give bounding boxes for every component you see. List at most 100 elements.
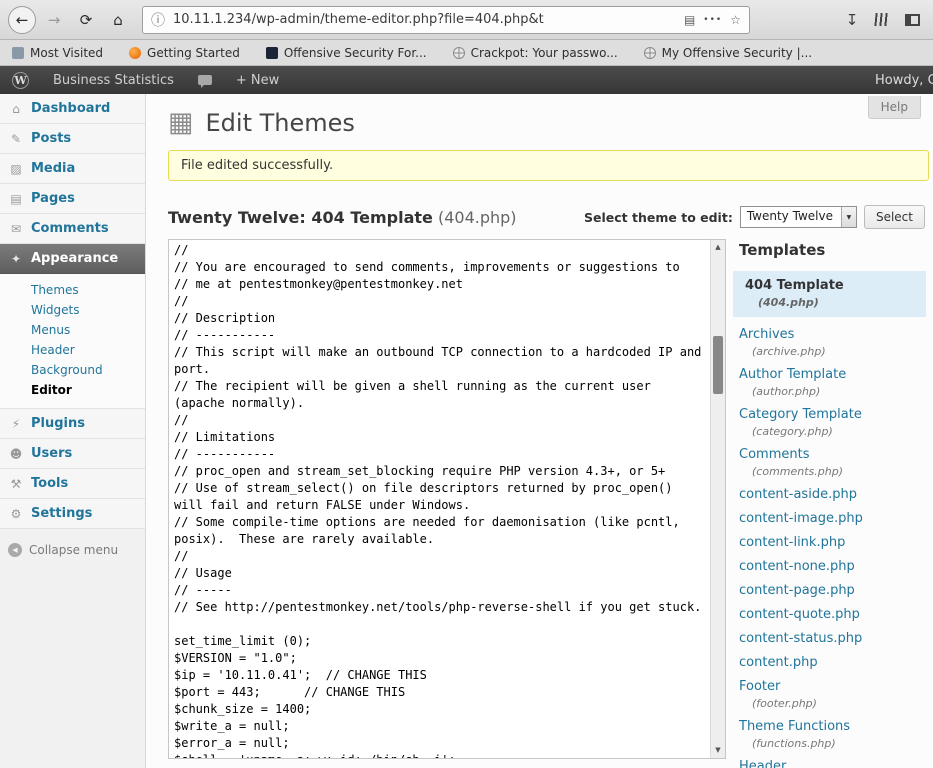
- template-item-content-quote[interactable]: content-quote.php: [739, 607, 926, 622]
- select-theme-button[interactable]: Select: [864, 205, 925, 229]
- code-textarea[interactable]: // // You are encouraged to send comment…: [168, 239, 710, 759]
- url-bar[interactable]: ⓘ 10.11.1.234/wp-admin/theme-editor.php?…: [142, 6, 750, 34]
- comments-shortcut[interactable]: [186, 66, 224, 94]
- template-item-category[interactable]: Category Template (category.php): [739, 407, 926, 438]
- scroll-down-icon[interactable]: ▼: [711, 744, 725, 757]
- downloads-button[interactable]: ↧: [839, 7, 865, 33]
- menu-tools[interactable]: ⚒ Tools: [0, 469, 145, 499]
- template-item-content-status[interactable]: content-status.php: [739, 631, 926, 646]
- template-link[interactable]: Category Template: [739, 407, 926, 422]
- bookmark-crackpot[interactable]: Crackpot: Your passwo...: [453, 46, 618, 60]
- menu-dashboard[interactable]: ⌂ Dashboard: [0, 94, 145, 124]
- settings-icon: ⚙: [8, 507, 24, 521]
- template-item-functions[interactable]: Theme Functions(functions.php): [739, 719, 926, 750]
- template-item-archives[interactable]: Archives(archive.php): [739, 327, 926, 358]
- template-filename: (category.php): [739, 425, 926, 438]
- template-link[interactable]: content-quote.php: [739, 607, 926, 622]
- bookmark-most-visited[interactable]: Most Visited: [12, 46, 103, 60]
- forward-button[interactable]: →: [40, 6, 68, 34]
- template-link[interactable]: Header: [739, 759, 926, 768]
- scroll-up-icon[interactable]: ▲: [711, 241, 725, 254]
- editor-scrollbar[interactable]: ▲ ▼: [710, 239, 726, 759]
- file-heading-text: Twenty Twelve: 404 Template: [168, 208, 433, 227]
- template-link[interactable]: Author Template: [739, 367, 926, 382]
- template-item-content-aside[interactable]: content-aside.php: [739, 487, 926, 502]
- bookmark-my-offensive-security[interactable]: My Offensive Security |...: [644, 46, 812, 60]
- template-link[interactable]: Comments: [739, 447, 926, 462]
- submenu-widgets[interactable]: Widgets: [0, 300, 145, 320]
- site-name-menu[interactable]: Business Statistics: [41, 66, 186, 94]
- template-link[interactable]: Footer: [739, 679, 926, 694]
- menu-posts[interactable]: ✎ Posts: [0, 124, 145, 154]
- help-button[interactable]: Help: [868, 96, 921, 119]
- template-link[interactable]: content-aside.php: [739, 487, 926, 502]
- posts-icon: ✎: [8, 132, 24, 146]
- pages-icon: ▤: [8, 192, 24, 206]
- scrollbar-thumb[interactable]: [713, 336, 723, 394]
- menu-comments[interactable]: ✉ Comments: [0, 214, 145, 244]
- template-link[interactable]: Theme Functions: [739, 719, 926, 734]
- reload-button[interactable]: ⟳: [72, 6, 100, 34]
- appearance-icon: ✦: [8, 252, 24, 266]
- page-actions-icon[interactable]: •••: [703, 15, 722, 25]
- menu-settings[interactable]: ⚙ Settings: [0, 499, 145, 529]
- bookmark-label: Offensive Security For...: [284, 46, 427, 60]
- globe-icon: [644, 47, 656, 59]
- template-link[interactable]: content-none.php: [739, 559, 926, 574]
- template-item-comments[interactable]: Comments(comments.php): [739, 447, 926, 478]
- submenu-header[interactable]: Header: [0, 340, 145, 360]
- template-link[interactable]: 404 Template: [745, 278, 920, 293]
- template-link[interactable]: content.php: [739, 655, 926, 670]
- menu-label: Settings: [31, 506, 92, 521]
- browser-toolbar: ← → ⟳ ⌂ ⓘ 10.11.1.234/wp-admin/theme-edi…: [0, 0, 933, 40]
- menu-users[interactable]: ☻ Users: [0, 439, 145, 469]
- submenu-themes[interactable]: Themes: [0, 280, 145, 300]
- home-icon: ⌂: [113, 11, 123, 29]
- template-item-content-php[interactable]: content.php: [739, 655, 926, 670]
- bookmark-star-icon[interactable]: ☆: [730, 13, 741, 27]
- sidebars-button[interactable]: [899, 7, 925, 33]
- site-info-icon[interactable]: ⓘ: [151, 10, 165, 30]
- template-link[interactable]: content-status.php: [739, 631, 926, 646]
- main-content: Help ▦ Edit Themes File edited successfu…: [146, 94, 933, 768]
- collapse-arrow-icon: ◀: [8, 543, 22, 557]
- theme-select-value: Twenty Twelve: [741, 207, 841, 227]
- template-link[interactable]: content-page.php: [739, 583, 926, 598]
- theme-select[interactable]: Twenty Twelve ▼: [740, 206, 857, 228]
- library-icon: [874, 13, 889, 26]
- wp-logo-menu[interactable]: W: [0, 66, 41, 94]
- submenu-menus[interactable]: Menus: [0, 320, 145, 340]
- menu-appearance[interactable]: ✦ Appearance: [0, 244, 145, 274]
- menu-pages[interactable]: ▤ Pages: [0, 184, 145, 214]
- submenu-editor[interactable]: Editor: [0, 380, 145, 400]
- bookmark-offensive-security-forums[interactable]: Offensive Security For...: [266, 46, 427, 60]
- menu-plugins[interactable]: ⚡ Plugins: [0, 409, 145, 439]
- bookmark-getting-started[interactable]: Getting Started: [129, 46, 240, 60]
- template-item-content-page[interactable]: content-page.php: [739, 583, 926, 598]
- back-button[interactable]: ←: [8, 6, 36, 34]
- submenu-background[interactable]: Background: [0, 360, 145, 380]
- template-link[interactable]: Archives: [739, 327, 926, 342]
- new-content-menu[interactable]: + New: [224, 66, 291, 94]
- reader-mode-icon[interactable]: ▤: [684, 13, 695, 27]
- url-text[interactable]: 10.11.1.234/wp-admin/theme-editor.php?fi…: [173, 12, 676, 27]
- template-item-footer[interactable]: Footer(footer.php): [739, 679, 926, 710]
- template-item-404[interactable]: 404 Template(404.php): [733, 271, 926, 317]
- users-icon: ☻: [8, 447, 24, 461]
- template-link[interactable]: content-link.php: [739, 535, 926, 550]
- template-item-content-link[interactable]: content-link.php: [739, 535, 926, 550]
- template-item-author[interactable]: Author Template(author.php): [739, 367, 926, 398]
- template-item-content-none[interactable]: content-none.php: [739, 559, 926, 574]
- code-editor: // // You are encouraged to send comment…: [168, 239, 726, 768]
- template-item-header[interactable]: Header(header.php): [739, 759, 926, 768]
- sidebar-toggle-icon: [905, 14, 920, 26]
- collapse-menu-button[interactable]: ◀ Collapse menu: [0, 543, 145, 557]
- home-button[interactable]: ⌂: [104, 6, 132, 34]
- library-button[interactable]: [869, 7, 895, 33]
- menu-label: Plugins: [31, 416, 85, 431]
- page-header: ▦ Edit Themes: [168, 106, 933, 140]
- menu-media[interactable]: ▨ Media: [0, 154, 145, 184]
- howdy-account-menu[interactable]: Howdy, Core: [875, 66, 933, 94]
- template-link[interactable]: content-image.php: [739, 511, 926, 526]
- template-item-content-image[interactable]: content-image.php: [739, 511, 926, 526]
